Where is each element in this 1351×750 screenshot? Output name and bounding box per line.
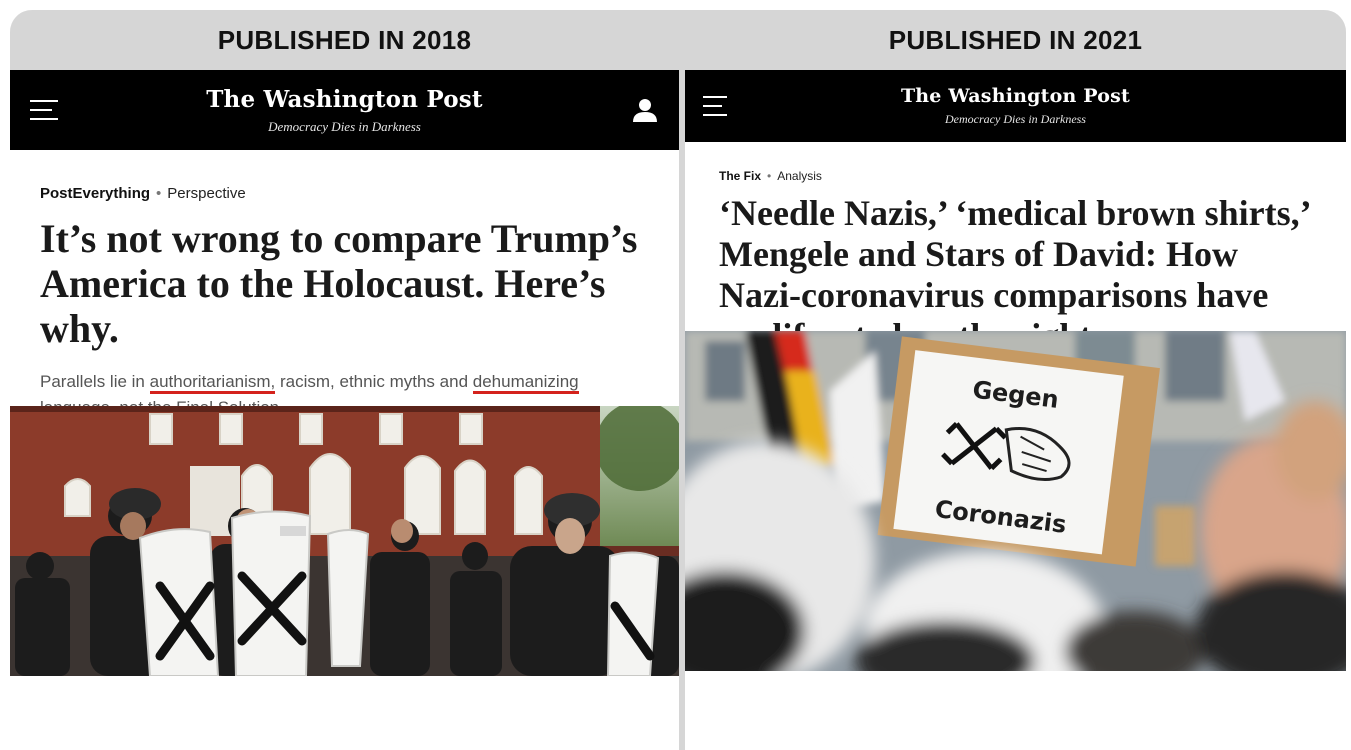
headline[interactable]: It’s not wrong to compare Trump’s Americ…	[40, 216, 649, 351]
panel-2021: PUBLISHED IN 2021 The Washington Post De…	[685, 10, 1346, 750]
site-header: The Washington Post Democracy Dies in Da…	[10, 70, 679, 150]
panel-2018: PUBLISHED IN 2018 The Washington Post De…	[10, 10, 679, 750]
article-photo-protest: Gegen Coronazis	[685, 331, 1346, 671]
menu-icon[interactable]	[703, 96, 727, 116]
protest-photo: Gegen Coronazis	[685, 331, 1346, 671]
underlined-phrase: authoritarianism,	[149, 372, 276, 394]
article-2018: PostEverything • Perspective It’s not wron…	[10, 150, 679, 420]
masthead[interactable]: The Washington Post	[206, 86, 483, 113]
category-label: Analysis	[777, 169, 822, 183]
kicker: The Fix • Analysis	[719, 169, 822, 183]
comparison-frame: PUBLISHED IN 2018 The Washington Post De…	[10, 10, 1346, 750]
published-label-2018: PUBLISHED IN 2018	[10, 10, 679, 70]
section-link[interactable]: The Fix	[719, 169, 761, 183]
tagline: Democracy Dies in Darkness	[268, 118, 421, 134]
article-2021: The Fix • Analysis ‘Needle Nazis,’ ‘medica…	[685, 142, 1346, 356]
site-header: The Washington Post Democracy Dies in Da…	[685, 70, 1346, 142]
article-photo-rally	[10, 406, 679, 676]
user-icon[interactable]	[629, 94, 661, 126]
rally-photo	[10, 406, 679, 676]
section-link[interactable]: PostEverything	[40, 185, 150, 202]
kicker: PostEverything • Perspective	[40, 185, 246, 202]
category-label: Perspective	[167, 185, 246, 202]
masthead[interactable]: The Washington Post	[901, 85, 1130, 107]
menu-icon[interactable]	[30, 100, 58, 120]
published-label-2021: PUBLISHED IN 2021	[685, 10, 1346, 70]
tagline: Democracy Dies in Darkness	[945, 112, 1086, 126]
